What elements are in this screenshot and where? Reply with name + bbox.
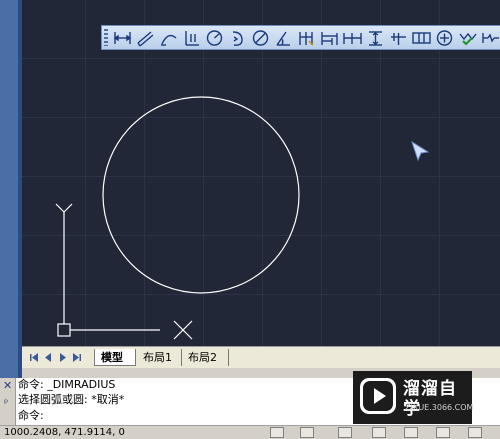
polar-toggle-icon[interactable] xyxy=(372,427,386,438)
otrack-toggle-icon[interactable] xyxy=(436,427,450,438)
dyn-toggle-icon[interactable] xyxy=(468,427,482,438)
next-tab-icon[interactable] xyxy=(58,352,67,363)
dimension-toolbar xyxy=(101,25,500,50)
command-window-handle: ✕ ᵖ xyxy=(0,378,16,425)
angular-dimension-icon[interactable] xyxy=(273,28,294,48)
grid-toggle-icon[interactable] xyxy=(300,427,314,438)
snap-toggle-icon[interactable] xyxy=(270,427,284,438)
ucs-icon xyxy=(55,203,193,340)
autocad-window: 模型 布局1 布局2 ✕ ᵖ 命令: _DIMRADIUS 选择圆弧或圆: *取… xyxy=(0,0,500,438)
toolbar-grip[interactable] xyxy=(104,29,108,46)
first-tab-icon[interactable] xyxy=(30,352,39,363)
watermark: 溜溜自学 ZIXUE.3066.COM xyxy=(353,371,474,424)
continue-dimension-icon[interactable] xyxy=(342,28,363,48)
inspection-icon[interactable] xyxy=(457,28,478,48)
baseline-dimension-icon[interactable] xyxy=(319,28,340,48)
status-bar: 1000.2408, 471.9114, 0 xyxy=(0,425,500,438)
quick-dimension-icon[interactable] xyxy=(296,28,317,48)
left-window-frame xyxy=(0,0,22,378)
coordinate-readout: 1000.2408, 471.9114, 0 xyxy=(4,427,125,438)
last-tab-icon[interactable] xyxy=(72,352,81,363)
ordinate-dimension-icon[interactable] xyxy=(181,28,202,48)
pin-icon[interactable]: ᵖ xyxy=(4,398,8,410)
canvas-graphics xyxy=(22,0,500,346)
jogged-linear-icon[interactable] xyxy=(480,28,500,48)
layout-tabs-bar: 模型 布局1 布局2 xyxy=(22,346,500,368)
arc-length-icon[interactable] xyxy=(158,28,179,48)
command-input-line[interactable]: 命令: xyxy=(18,409,44,423)
horizontal-scroll-area[interactable] xyxy=(234,350,500,366)
tab-layout1[interactable]: 布局1 xyxy=(137,349,182,366)
tab-model[interactable]: 模型 xyxy=(94,349,136,366)
dimension-space-icon[interactable] xyxy=(365,28,386,48)
prev-tab-icon[interactable] xyxy=(44,352,53,363)
ucs-y-glyph xyxy=(55,203,73,220)
watermark-url: ZIXUE.3066.COM xyxy=(405,403,474,412)
tab-layout2[interactable]: 布局2 xyxy=(182,349,229,366)
command-history-line: 命令: _DIMRADIUS xyxy=(18,378,116,391)
ucs-x-glyph xyxy=(173,320,193,340)
jogged-dimension-icon[interactable] xyxy=(227,28,248,48)
watermark-logo-icon xyxy=(360,378,396,414)
command-history-line: 选择圆弧或圆: *取消* xyxy=(18,393,125,406)
aligned-dimension-icon[interactable] xyxy=(135,28,156,48)
center-mark-icon[interactable] xyxy=(434,28,455,48)
osnap-toggle-icon[interactable] xyxy=(404,427,418,438)
tolerance-icon[interactable] xyxy=(411,28,432,48)
drawn-circle[interactable] xyxy=(102,96,300,294)
ortho-toggle-icon[interactable] xyxy=(338,427,352,438)
drawing-canvas[interactable] xyxy=(22,0,500,346)
grid-lines xyxy=(22,0,500,346)
close-icon[interactable]: ✕ xyxy=(3,380,12,392)
watermark-title: 溜溜自学 xyxy=(403,379,457,419)
linear-dimension-icon[interactable] xyxy=(112,28,133,48)
mouse-cursor-icon xyxy=(411,140,430,162)
dimension-break-icon[interactable] xyxy=(388,28,409,48)
diameter-dimension-icon[interactable] xyxy=(250,28,271,48)
radius-dimension-icon[interactable] xyxy=(204,28,225,48)
